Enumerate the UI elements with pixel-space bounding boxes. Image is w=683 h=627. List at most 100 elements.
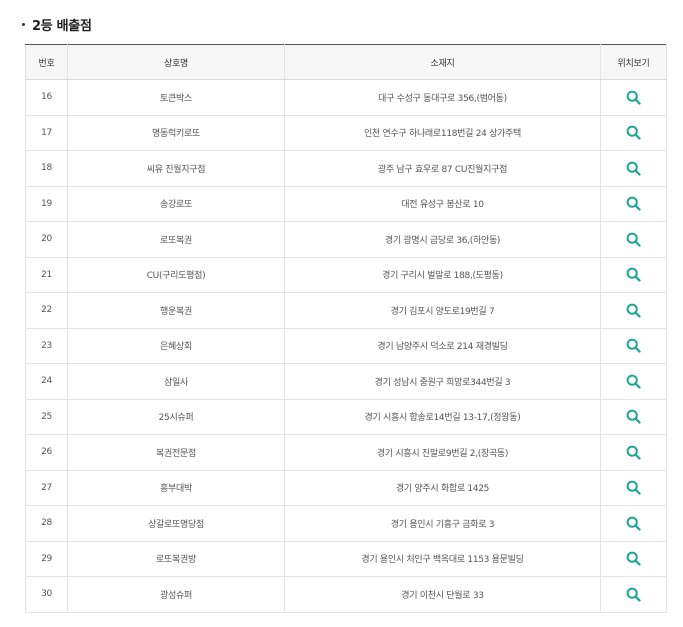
map-cell bbox=[600, 292, 667, 329]
row-number: 28 bbox=[25, 505, 68, 542]
store-address: 경기 용인시 처인구 백옥대로 1153 용문빌딩 bbox=[284, 540, 601, 577]
search-icon bbox=[626, 587, 641, 602]
row-number: 18 bbox=[25, 150, 68, 187]
map-cell bbox=[600, 398, 667, 435]
table-row: 20 로또복권 경기 광명시 금당로 36,(하안동) bbox=[25, 221, 667, 258]
table-row: 25 25시슈퍼 경기 시흥시 함송로14번길 13-17,(정왕동) bbox=[25, 398, 667, 435]
table-header: 번호 상호명 소재지 위치보기 bbox=[25, 44, 667, 80]
search-icon bbox=[626, 338, 641, 353]
column-header-address: 소재지 bbox=[284, 44, 601, 80]
store-name: 행운복권 bbox=[67, 292, 285, 329]
search-icon bbox=[626, 267, 641, 282]
store-address: 경기 이천시 단월로 33 bbox=[284, 576, 601, 613]
view-location-button[interactable] bbox=[623, 86, 645, 108]
search-icon bbox=[626, 551, 641, 566]
view-location-button[interactable] bbox=[623, 228, 645, 250]
store-name: 송강로또 bbox=[67, 185, 285, 222]
table-row: 27 흥부대박 경기 양주시 화합로 1425 bbox=[25, 469, 667, 506]
table-row: 30 광성슈퍼 경기 이천시 단월로 33 bbox=[25, 576, 667, 613]
table-row: 19 송강로또 대전 유성구 봉산로 10 bbox=[25, 185, 667, 222]
table-row: 23 은혜상회 경기 남양주시 덕소로 214 재경빌딩 bbox=[25, 327, 667, 364]
view-location-button[interactable] bbox=[623, 299, 645, 321]
view-location-button[interactable] bbox=[623, 370, 645, 392]
view-location-button[interactable] bbox=[623, 441, 645, 463]
store-address: 경기 광명시 금당로 36,(하안동) bbox=[284, 221, 601, 258]
store-address: 경기 남양주시 덕소로 214 재경빌딩 bbox=[284, 327, 601, 364]
view-location-button[interactable] bbox=[623, 477, 645, 499]
table-header-row: 번호 상호명 소재지 위치보기 bbox=[25, 44, 667, 80]
row-number: 25 bbox=[25, 398, 68, 435]
search-icon bbox=[626, 480, 641, 495]
search-icon bbox=[626, 161, 641, 176]
view-location-button[interactable] bbox=[623, 512, 645, 534]
map-cell bbox=[600, 469, 667, 506]
view-location-button[interactable] bbox=[623, 122, 645, 144]
view-location-button[interactable] bbox=[623, 406, 645, 428]
search-icon bbox=[626, 90, 641, 105]
table-row: 28 상갈로또명당점 경기 용인시 기흥구 금화로 3 bbox=[25, 505, 667, 542]
table-row: 24 삼일사 경기 성남시 중원구 희망로344번길 3 bbox=[25, 363, 667, 400]
map-cell bbox=[600, 221, 667, 258]
store-name: 삼일사 bbox=[67, 363, 285, 400]
map-cell bbox=[600, 185, 667, 222]
view-location-button[interactable] bbox=[623, 583, 645, 605]
search-icon bbox=[626, 125, 641, 140]
table-body: 16 토큰박스 대구 수성구 동대구로 356,(범어동) 17 명동럭키로또 인천 연수… bbox=[25, 79, 667, 613]
store-address: 인천 연수구 하나래로118번길 24 상가주택 bbox=[284, 114, 601, 151]
row-number: 24 bbox=[25, 363, 68, 400]
store-name: 복권전문점 bbox=[67, 434, 285, 471]
row-number: 29 bbox=[25, 540, 68, 577]
title-bullet bbox=[22, 23, 25, 26]
store-name: 흥부대박 bbox=[67, 469, 285, 506]
map-cell bbox=[600, 540, 667, 577]
table-row: 29 로또복권방 경기 용인시 처인구 백옥대로 1153 용문빌딩 bbox=[25, 540, 667, 577]
row-number: 22 bbox=[25, 292, 68, 329]
store-name: 은혜상회 bbox=[67, 327, 285, 364]
column-header-number: 번호 bbox=[25, 44, 68, 80]
search-icon bbox=[626, 445, 641, 460]
winning-stores-table: 번호 상호명 소재지 위치보기 16 토큰박스 대구 수성구 동대구로 356,(범… bbox=[25, 44, 667, 613]
map-cell bbox=[600, 576, 667, 613]
row-number: 30 bbox=[25, 576, 68, 613]
row-number: 21 bbox=[25, 256, 68, 293]
table-row: 22 행운복권 경기 김포시 양도로19번길 7 bbox=[25, 292, 667, 329]
view-location-button[interactable] bbox=[623, 335, 645, 357]
store-address: 경기 시흥시 진말로9번길 2,(장곡동) bbox=[284, 434, 601, 471]
column-header-name: 상호명 bbox=[67, 44, 285, 80]
store-address: 경기 김포시 양도로19번길 7 bbox=[284, 292, 601, 329]
map-cell bbox=[600, 150, 667, 187]
view-location-button[interactable] bbox=[623, 548, 645, 570]
store-name: 광성슈퍼 bbox=[67, 576, 285, 613]
row-number: 17 bbox=[25, 114, 68, 151]
store-name: 토큰박스 bbox=[67, 79, 285, 116]
store-address: 대전 유성구 봉산로 10 bbox=[284, 185, 601, 222]
store-name: 로또복권방 bbox=[67, 540, 285, 577]
store-address: 경기 용인시 기흥구 금화로 3 bbox=[284, 505, 601, 542]
view-location-button[interactable] bbox=[623, 264, 645, 286]
map-cell bbox=[600, 434, 667, 471]
search-icon bbox=[626, 374, 641, 389]
search-icon bbox=[626, 196, 641, 211]
store-address: 대구 수성구 동대구로 356,(범어동) bbox=[284, 79, 601, 116]
view-location-button[interactable] bbox=[623, 157, 645, 179]
store-name: 명동럭키로또 bbox=[67, 114, 285, 151]
view-location-button[interactable] bbox=[623, 193, 645, 215]
table-row: 21 CU(구리도평점) 경기 구리시 벌말로 188,(도평동) bbox=[25, 256, 667, 293]
table-row: 16 토큰박스 대구 수성구 동대구로 356,(범어동) bbox=[25, 79, 667, 116]
map-cell bbox=[600, 505, 667, 542]
store-address: 경기 양주시 화합로 1425 bbox=[284, 469, 601, 506]
row-number: 27 bbox=[25, 469, 68, 506]
map-cell bbox=[600, 114, 667, 151]
store-name: 상갈로또명당점 bbox=[67, 505, 285, 542]
map-cell bbox=[600, 79, 667, 116]
store-address: 경기 성남시 중원구 희망로344번길 3 bbox=[284, 363, 601, 400]
search-icon bbox=[626, 516, 641, 531]
store-name: CU(구리도평점) bbox=[67, 256, 285, 293]
map-cell bbox=[600, 256, 667, 293]
table-row: 18 씨유 진월지구점 광주 남구 효우로 87 CU진월지구점 bbox=[25, 150, 667, 187]
store-address: 광주 남구 효우로 87 CU진월지구점 bbox=[284, 150, 601, 187]
column-header-map: 위치보기 bbox=[600, 44, 667, 80]
search-icon bbox=[626, 232, 641, 247]
table-row: 26 복권전문점 경기 시흥시 진말로9번길 2,(장곡동) bbox=[25, 434, 667, 471]
search-icon bbox=[626, 303, 641, 318]
